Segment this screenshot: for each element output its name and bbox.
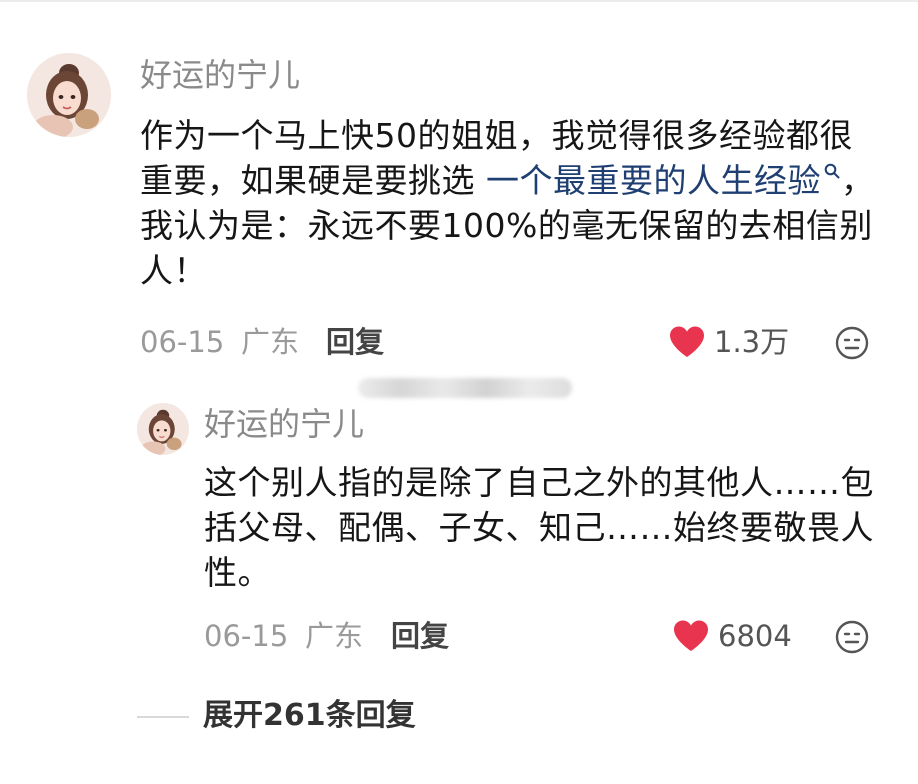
heart-icon xyxy=(674,620,708,651)
reply-date: 06-15 xyxy=(204,619,289,653)
topic-link-label: 一个最重要的人生经验 xyxy=(486,161,821,200)
expand-replies-button[interactable]: 展开261条回复 xyxy=(203,696,416,736)
comment-text: 作为一个马上快50的姐姐，我觉得很多经验都很重要，如果硬是要挑选 一个最重要的人… xyxy=(140,113,885,293)
comment-location: 广东 xyxy=(241,325,300,359)
reply-like-count: 6804 xyxy=(718,619,792,653)
like-count: 1.3万 xyxy=(714,325,790,359)
search-icon xyxy=(824,163,840,179)
avatar[interactable] xyxy=(27,53,111,137)
heart-icon xyxy=(670,326,704,357)
divider xyxy=(0,0,918,2)
expand-divider xyxy=(137,716,189,718)
emoji-face-icon[interactable] xyxy=(834,325,870,361)
comment-username[interactable]: 好运的宁儿 xyxy=(140,55,300,95)
reply-reply-button[interactable]: 回复 xyxy=(391,618,449,654)
reply-location: 广东 xyxy=(305,619,364,653)
obscured-content xyxy=(358,378,572,398)
topic-link[interactable]: 一个最重要的人生经验 xyxy=(486,161,841,200)
reply-avatar[interactable] xyxy=(137,403,189,455)
emoji-face-icon[interactable] xyxy=(834,619,870,655)
reply-username[interactable]: 好运的宁儿 xyxy=(204,404,364,444)
comment-date: 06-15 xyxy=(140,325,225,359)
comment-thread: 好运的宁儿 作为一个马上快50的姐姐，我觉得很多经验都很重要，如果硬是要挑选 一… xyxy=(0,0,918,784)
reply-like-button[interactable]: 6804 xyxy=(672,618,792,654)
reply-button[interactable]: 回复 xyxy=(326,324,384,360)
like-button[interactable]: 1.3万 xyxy=(668,324,789,360)
reply-text: 这个别人指的是除了自己之外的其他人……包括父母、配偶、子女、知己……始终要敬畏人… xyxy=(204,463,874,592)
